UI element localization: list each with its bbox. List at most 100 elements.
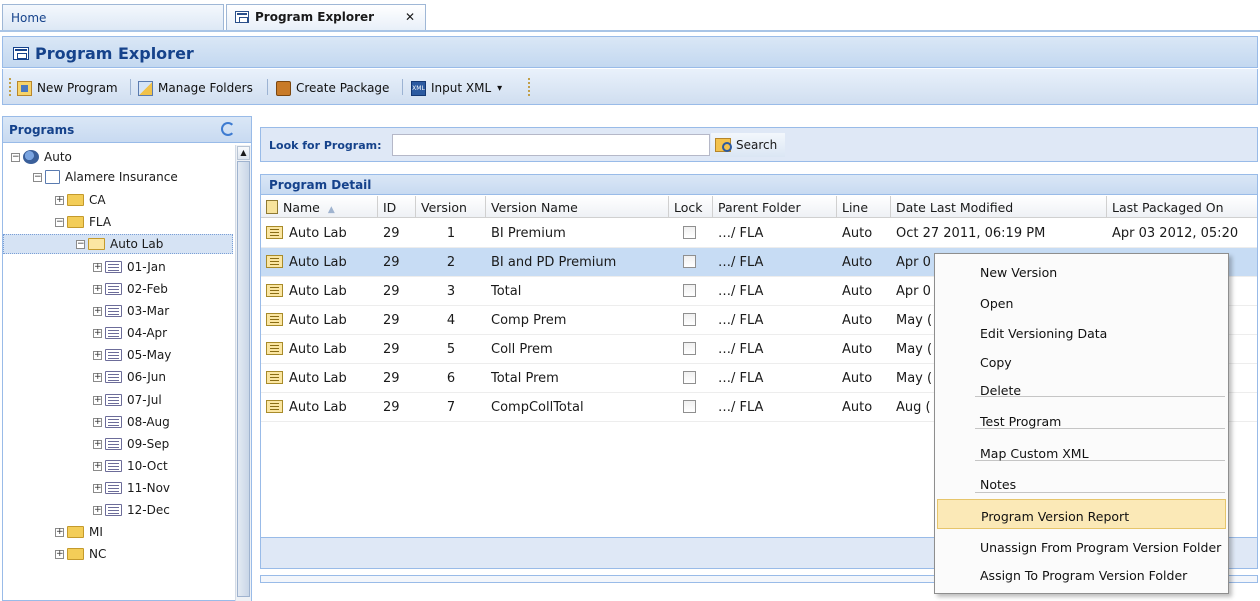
search-label: Look for Program:	[269, 139, 382, 152]
programs-panel-header: Programs	[3, 117, 251, 143]
menu-item-edit-versioning-data[interactable]: Edit Versioning Data	[937, 317, 1226, 347]
menu-item-program-version-report[interactable]: Program Version Report	[937, 499, 1226, 529]
lock-checkbox[interactable]	[683, 400, 696, 413]
lock-cell[interactable]	[669, 248, 713, 277]
tree-node[interactable]: +07-Jul	[93, 390, 162, 410]
expand-icon[interactable]: +	[93, 395, 102, 405]
column-header-line[interactable]: Line	[837, 196, 891, 218]
expand-icon[interactable]: +	[93, 461, 102, 471]
new-program-icon	[17, 80, 32, 96]
expand-icon[interactable]: +	[93, 483, 102, 493]
column-header-name[interactable]: Name ▲	[261, 196, 378, 218]
lock-cell[interactable]	[669, 364, 713, 393]
lock-cell[interactable]	[669, 393, 713, 422]
tree-node[interactable]: − FLA	[55, 212, 111, 232]
chevron-down-icon[interactable]: ▾	[497, 83, 502, 94]
expand-icon[interactable]: +	[93, 372, 102, 382]
lock-checkbox[interactable]	[683, 226, 696, 239]
column-header-version-name[interactable]: Version Name	[486, 196, 669, 218]
manage-folders-button[interactable]: Manage Folders	[138, 78, 253, 98]
table-row[interactable]: Auto Lab 29 1 BI Premium …/ FLA Auto Oct 27 20…	[261, 219, 1257, 248]
tree-node[interactable]: +09-Sep	[93, 434, 169, 454]
column-header-last-packaged-on[interactable]: Last Packaged On	[1107, 196, 1257, 218]
column-header-id[interactable]: ID	[378, 196, 416, 218]
scroll-up-icon[interactable]: ▲	[237, 146, 250, 160]
menu-item-notes[interactable]: Notes	[937, 468, 1226, 498]
search-input[interactable]	[392, 134, 710, 156]
expand-icon[interactable]: +	[93, 284, 102, 294]
tree-node[interactable]: + NC	[55, 544, 106, 564]
tree-node[interactable]: +03-Mar	[93, 301, 169, 321]
tree-node[interactable]: − Alamere Insurance	[33, 167, 178, 187]
lock-checkbox[interactable]	[683, 371, 696, 384]
menu-item-assign-to-program-version-folder[interactable]: Assign To Program Version Folder	[937, 559, 1226, 589]
tab-program-explorer[interactable]: Program Explorer ✕	[226, 4, 426, 32]
column-header-date-last-modified[interactable]: Date Last Modified	[891, 196, 1107, 218]
cell-version-name-text: Comp Prem	[491, 313, 567, 328]
cell-version-name: CompCollTotal	[486, 393, 669, 422]
cell-parent-folder: …/ FLA	[713, 248, 837, 277]
expand-icon[interactable]: +	[93, 350, 102, 360]
column-header-parent-folder[interactable]: Parent Folder	[713, 196, 837, 218]
tree-node-label: Auto Lab	[110, 237, 164, 251]
search-button[interactable]: Search	[711, 133, 785, 157]
tree-node-label: 10-Oct	[127, 459, 168, 473]
tree-node[interactable]: +02-Feb	[93, 279, 168, 299]
expand-icon[interactable]: +	[93, 262, 102, 272]
cell-line-text: Auto	[842, 284, 873, 299]
collapse-icon[interactable]: −	[11, 152, 20, 162]
tree-node[interactable]: − Auto	[11, 147, 72, 167]
lock-checkbox[interactable]	[683, 255, 696, 268]
new-program-button[interactable]: New Program	[17, 78, 118, 98]
refresh-icon[interactable]	[221, 122, 235, 136]
scrollbar-thumb[interactable]	[237, 161, 250, 597]
expand-icon[interactable]: +	[93, 328, 102, 338]
expand-icon[interactable]: +	[93, 417, 102, 427]
lock-cell[interactable]	[669, 277, 713, 306]
menu-item-unassign-from-program-version-folder[interactable]: Unassign From Program Version Folder	[937, 531, 1226, 561]
menu-item-test-program[interactable]: Test Program	[937, 405, 1226, 435]
lock-checkbox[interactable]	[683, 313, 696, 326]
tree-node[interactable]: +08-Aug	[93, 412, 170, 432]
tree-node[interactable]: +01-Jan	[93, 257, 166, 277]
tree-node[interactable]: +11-Nov	[93, 478, 170, 498]
menu-item-new-version[interactable]: New Version	[937, 256, 1226, 286]
tree-node[interactable]: +12-Dec	[93, 500, 170, 520]
input-xml-button[interactable]: XML Input XML ▾	[411, 78, 502, 98]
program-version-icon	[266, 255, 283, 268]
close-icon[interactable]: ✕	[405, 10, 415, 24]
lock-checkbox[interactable]	[683, 342, 696, 355]
tree-node[interactable]: + MI	[55, 522, 103, 542]
column-header-lock[interactable]: Lock	[669, 196, 713, 218]
lock-checkbox[interactable]	[683, 284, 696, 297]
menu-item-copy[interactable]: Copy	[937, 346, 1226, 376]
menu-item-delete[interactable]: Delete	[937, 374, 1226, 404]
expand-icon[interactable]: +	[93, 306, 102, 316]
tree-node[interactable]: +04-Apr	[93, 323, 167, 343]
expand-icon[interactable]: +	[93, 505, 102, 515]
create-package-button[interactable]: Create Package	[276, 78, 389, 98]
company-icon	[45, 170, 60, 184]
lock-cell[interactable]	[669, 335, 713, 364]
collapse-icon[interactable]: −	[55, 217, 64, 227]
cell-line-text: Auto	[842, 226, 873, 241]
tree-node[interactable]: +10-Oct	[93, 456, 168, 476]
expand-icon[interactable]: +	[55, 527, 64, 537]
tree-scrollbar[interactable]: ▲	[235, 145, 251, 601]
collapse-icon[interactable]: −	[33, 172, 42, 182]
tab-home[interactable]: Home	[2, 4, 224, 30]
tree-node[interactable]: +05-May	[93, 345, 171, 365]
search-button-label: Search	[736, 138, 778, 152]
menu-item-open[interactable]: Open	[937, 287, 1226, 317]
lock-cell[interactable]	[669, 306, 713, 335]
tree-node[interactable]: +06-Jun	[93, 367, 166, 387]
menu-item-map-custom-xml[interactable]: Map Custom XML	[937, 437, 1226, 467]
lock-cell[interactable]	[669, 219, 713, 248]
column-header-version[interactable]: Version	[416, 196, 486, 218]
collapse-icon[interactable]: −	[76, 239, 85, 249]
tree-node[interactable]: − Auto Lab	[3, 234, 233, 254]
tree-node[interactable]: + CA	[55, 190, 106, 210]
expand-icon[interactable]: +	[55, 549, 64, 559]
expand-icon[interactable]: +	[93, 439, 102, 449]
expand-icon[interactable]: +	[55, 195, 64, 205]
